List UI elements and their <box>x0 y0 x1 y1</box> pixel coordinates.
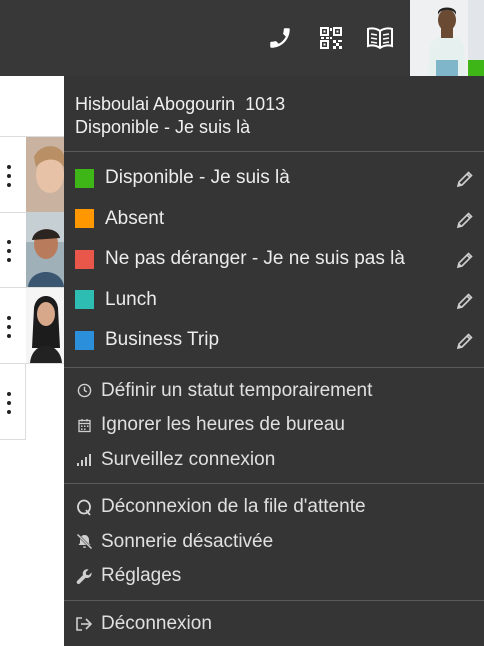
options-group-2: Déconnexion de la file d'attente Sonnerie… <box>64 490 484 594</box>
menu-item-definir-un-statut-temporairement[interactable]: Définir un statut temporairement <box>64 374 484 409</box>
list-item[interactable] <box>0 364 26 440</box>
status-list: Disponible - Je suis là Absent Ne pas déra… <box>64 158 484 361</box>
list-item[interactable] <box>0 212 64 288</box>
user-name: Hisboulai Abogourin <box>75 94 236 114</box>
user-status-menu: Hisboulai Abogourin 1013 Disponible - Je… <box>64 76 484 646</box>
presence-indicator <box>468 60 484 76</box>
logout-label: Déconnexion <box>101 612 212 634</box>
status-label: Disponible - Je suis là <box>105 167 290 189</box>
list-item[interactable] <box>0 137 64 213</box>
options-group-1: Définir un statut temporairement Ignorer … <box>64 374 484 478</box>
more-options-icon[interactable] <box>4 392 14 414</box>
menu-item-label: Ignorer les heures de bureau <box>101 414 345 436</box>
calendar-icon <box>75 416 93 434</box>
queue-q-icon <box>75 498 93 516</box>
status-color-swatch <box>75 330 94 350</box>
edit-pencil-icon[interactable] <box>455 291 475 311</box>
avatar[interactable] <box>410 0 484 76</box>
menu-item-sonnerie-desactivee[interactable]: Sonnerie désactivée <box>64 525 484 560</box>
list-item[interactable] <box>0 288 64 364</box>
user-name-line: Hisboulai Abogourin 1013 <box>75 92 484 116</box>
user-extension: 1013 <box>245 94 286 114</box>
edit-pencil-icon[interactable] <box>455 250 475 270</box>
more-options-icon[interactable] <box>4 316 14 338</box>
bell-slash-icon <box>75 533 93 551</box>
status-item-lunch[interactable]: Lunch <box>64 280 484 321</box>
menu-item-ignorer-les-heures-de-bureau[interactable]: Ignorer les heures de bureau <box>64 408 484 443</box>
status-item-business-trip[interactable]: Business Trip <box>64 320 484 361</box>
status-label: Ne pas déranger - Je ne suis pas là <box>105 248 405 270</box>
status-color-swatch <box>75 290 94 310</box>
menu-item-label: Réglages <box>101 565 182 587</box>
menu-item-surveillez-connexion[interactable]: Surveillez connexion <box>64 443 484 478</box>
qr-code-icon[interactable] <box>317 24 345 52</box>
current-status: Disponible - Je suis là <box>75 117 251 137</box>
status-color-swatch <box>75 168 94 188</box>
more-options-icon[interactable] <box>4 240 14 262</box>
menu-item-label: Déconnexion de la file d'attente <box>101 496 366 518</box>
status-item-ne-pas-deranger-je-ne-suis-pas-la[interactable]: Ne pas déranger - Je ne suis pas là <box>64 239 484 280</box>
user-info: Hisboulai Abogourin 1013 Disponible - Je… <box>64 76 484 151</box>
phone-icon[interactable] <box>266 24 294 52</box>
menu-item-label: Sonnerie désactivée <box>101 530 274 552</box>
status-item-absent[interactable]: Absent <box>64 199 484 240</box>
edit-pencil-icon[interactable] <box>455 210 475 230</box>
status-label: Absent <box>105 207 165 229</box>
edit-pencil-icon[interactable] <box>455 169 475 189</box>
status-color-swatch <box>75 209 94 229</box>
edit-pencil-icon[interactable] <box>455 331 475 351</box>
contact-photo <box>26 212 64 287</box>
menu-item-label: Définir un statut temporairement <box>101 379 373 401</box>
more-options-icon[interactable] <box>4 165 14 187</box>
wrench-icon <box>75 567 93 585</box>
book-icon[interactable] <box>366 24 394 52</box>
logout-item[interactable]: Déconnexion <box>64 607 484 642</box>
status-color-swatch <box>75 249 94 269</box>
clock-icon <box>75 382 93 400</box>
signal-bars-icon <box>75 451 93 469</box>
contact-photo <box>26 288 64 363</box>
sign-out-icon <box>75 615 93 633</box>
menu-item-label: Surveillez connexion <box>101 448 276 470</box>
menu-item-deconnexion-de-la-file-d-attente[interactable]: Déconnexion de la file d'attente <box>64 490 484 525</box>
status-label: Lunch <box>105 288 157 310</box>
status-label: Business Trip <box>105 329 220 351</box>
contact-photo <box>26 137 64 212</box>
status-item-disponible-je-suis-la[interactable]: Disponible - Je suis là <box>64 158 484 199</box>
menu-item-reglages[interactable]: Réglages <box>64 559 484 594</box>
top-bar <box>0 0 484 76</box>
